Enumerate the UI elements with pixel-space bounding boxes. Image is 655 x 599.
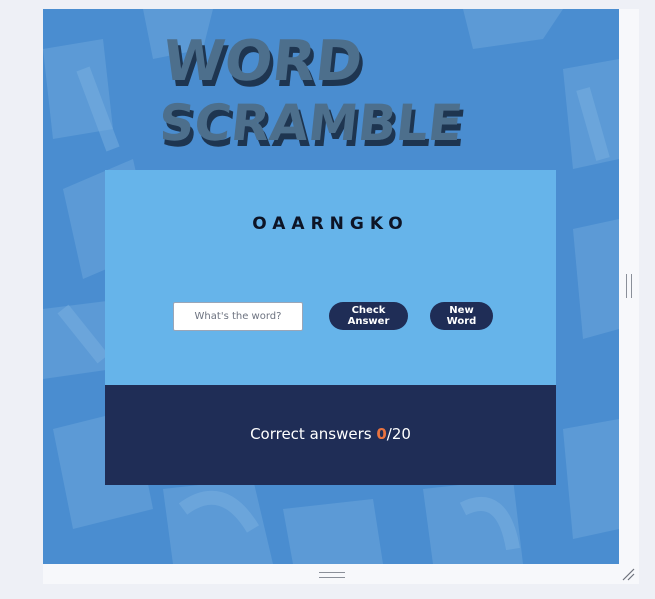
resize-corner-icon[interactable] bbox=[620, 566, 636, 582]
logo-line1: WORD bbox=[163, 29, 365, 94]
score-text: Correct answers 0/20 bbox=[105, 425, 556, 443]
check-answer-button[interactable]: Check Answer bbox=[329, 302, 408, 330]
game-stage: WORD WORD SCRAMBLE SCRAMBLE OAARNGKO Che… bbox=[43, 9, 619, 564]
logo-line2: SCRAMBLE bbox=[163, 93, 465, 152]
score-prefix: Correct answers bbox=[250, 425, 377, 443]
score-total: /20 bbox=[386, 425, 411, 443]
horizontal-resize-handle[interactable] bbox=[319, 572, 345, 578]
game-card: OAARNGKO Check Answer New Word bbox=[105, 170, 556, 385]
new-word-button[interactable]: New Word bbox=[430, 302, 493, 330]
word-scramble-logo: WORD WORD SCRAMBLE SCRAMBLE bbox=[163, 29, 469, 154]
answer-input[interactable] bbox=[173, 302, 303, 331]
score-panel: Correct answers 0/20 bbox=[105, 385, 556, 485]
vertical-resize-handle[interactable] bbox=[626, 274, 632, 298]
scrambled-word: OAARNGKO bbox=[252, 214, 409, 234]
score-correct-count: 0 bbox=[376, 425, 387, 443]
